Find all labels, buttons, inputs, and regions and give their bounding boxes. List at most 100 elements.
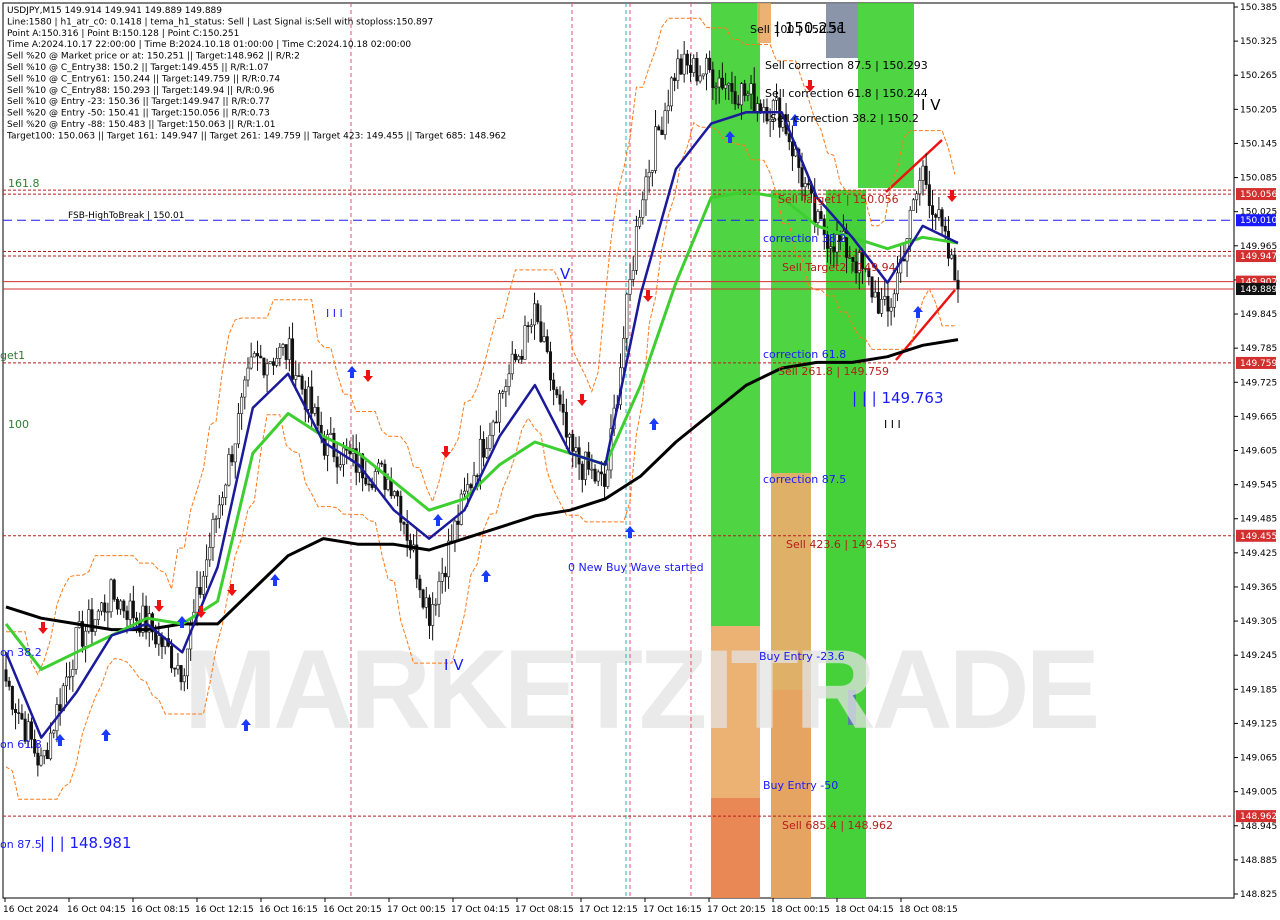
candle-body [68, 675, 72, 678]
candle-body [386, 478, 390, 490]
candle-body [883, 296, 887, 300]
candle-body [462, 490, 466, 495]
candle-body [574, 447, 578, 452]
candle-body [542, 336, 546, 342]
candle-body [730, 83, 734, 92]
candle-body [402, 522, 406, 525]
candle-body [889, 306, 893, 312]
annotation-label: on 87.5 [0, 838, 42, 851]
candle-body [36, 752, 40, 766]
y-tick-label: 148.945 [1240, 822, 1277, 832]
candle-body [224, 484, 228, 498]
candle-body [552, 379, 556, 390]
price-tag: 149.759 [1240, 359, 1277, 369]
candle-body [466, 484, 470, 492]
candle-body [7, 680, 11, 687]
annotation-label: 161.8 [8, 177, 40, 190]
candle-body [227, 454, 231, 486]
y-tick-label: 149.605 [1240, 447, 1277, 457]
x-tick-label: 17 Oct 00:15 [387, 905, 446, 915]
x-tick-label: 17 Oct 08:15 [515, 905, 574, 915]
candle-body [682, 53, 686, 75]
annotation-label: I V [444, 656, 464, 674]
candle-body [488, 434, 492, 449]
candle-body [179, 665, 183, 683]
candle-body [564, 411, 568, 438]
candle-body [501, 391, 505, 394]
candle-body [405, 524, 409, 541]
candle-body [173, 667, 177, 670]
annotation-label: I I I [884, 418, 901, 431]
price-chart: MARKETZITRADE 161.8 FSB-HighToBreak | 150… [0, 2, 1277, 915]
watermark: MARKETZITRADE [184, 627, 1097, 752]
info-line: Sell %20 @ Market price or at: 150.251 |… [7, 52, 300, 62]
candle-body [58, 704, 62, 712]
y-tick-label: 149.365 [1240, 583, 1277, 593]
annotation-label: Buy Entry -50 [763, 779, 838, 792]
candle-body [268, 361, 272, 365]
candle-body [131, 600, 135, 619]
candle-body [603, 473, 607, 487]
candle-body [485, 448, 489, 458]
y-tick-label: 150.145 [1240, 139, 1277, 149]
candle-body [469, 484, 473, 489]
candle-body [800, 167, 804, 188]
candle-body [176, 665, 180, 670]
candle-body [660, 129, 664, 135]
candle-body [911, 199, 915, 211]
candle-body [673, 77, 677, 81]
candle-body [294, 375, 298, 380]
annotation-label: Sell Target2 | 149.94 [782, 261, 896, 274]
annotation-label: Sell correction 61.8 | 150.244 [765, 87, 928, 100]
x-tick-label: 16 Oct 20:15 [323, 905, 382, 915]
y-tick-label: 149.065 [1240, 754, 1277, 764]
info-line: Point A:150.316 | Point B:150.128 | Poin… [7, 29, 239, 39]
candle-body [49, 732, 53, 760]
candle-body [195, 587, 199, 613]
annotation-label: Buy Entry -23.6 [759, 650, 845, 663]
candle-body [915, 193, 919, 201]
candle-body [568, 434, 572, 438]
y-tick-label: 150.205 [1240, 105, 1277, 115]
annotation-label: correction 87.5 [763, 473, 846, 486]
info-line: Time A:2024.10.17 22:00:00 | Time B:2024… [6, 40, 411, 50]
annotation-label: Sell 100 | 150.36 [750, 23, 844, 36]
candle-body [533, 303, 537, 326]
info-line: Sell %10 @ C_Entry61: 150.244 || Target:… [7, 74, 280, 84]
candle-body [717, 77, 721, 88]
annotation-label: Sell 685.4 | 148.962 [782, 819, 893, 832]
candle-body [418, 578, 422, 591]
candle-body [447, 540, 451, 578]
x-tick-label: 18 Oct 04:15 [835, 905, 894, 915]
y-tick-label: 150.325 [1240, 37, 1277, 47]
x-tick-label: 16 Oct 2024 [3, 905, 59, 915]
candle-body [931, 205, 935, 215]
candle-body [240, 396, 244, 414]
candle-body [45, 749, 49, 760]
candle-body [278, 347, 282, 359]
candle-body [765, 106, 769, 122]
candle-body [20, 713, 24, 720]
annotation-label: Sell correction 87.5 | 150.293 [765, 59, 928, 72]
candle-body [291, 338, 295, 380]
y-tick-label: 149.185 [1240, 685, 1277, 695]
candle-body [119, 600, 123, 610]
annotation-label: get1 [0, 349, 25, 362]
candle-body [396, 491, 400, 497]
candle-body [135, 617, 139, 621]
candle-body [896, 272, 900, 295]
x-tick-label: 17 Oct 04:15 [451, 905, 510, 915]
candle-body [399, 495, 403, 523]
candle-body [96, 610, 100, 620]
candle-body [908, 210, 912, 239]
y-tick-label: 150.265 [1240, 71, 1277, 81]
candle-body [539, 321, 543, 342]
zone-orange-2 [711, 798, 760, 898]
candle-body [752, 83, 756, 113]
annotation-label: correction 61.8 [763, 348, 846, 361]
candle-body [743, 83, 747, 96]
candle-body [494, 421, 498, 424]
candle-body [596, 471, 600, 482]
candle-body [17, 712, 21, 714]
candle-body [634, 226, 638, 271]
